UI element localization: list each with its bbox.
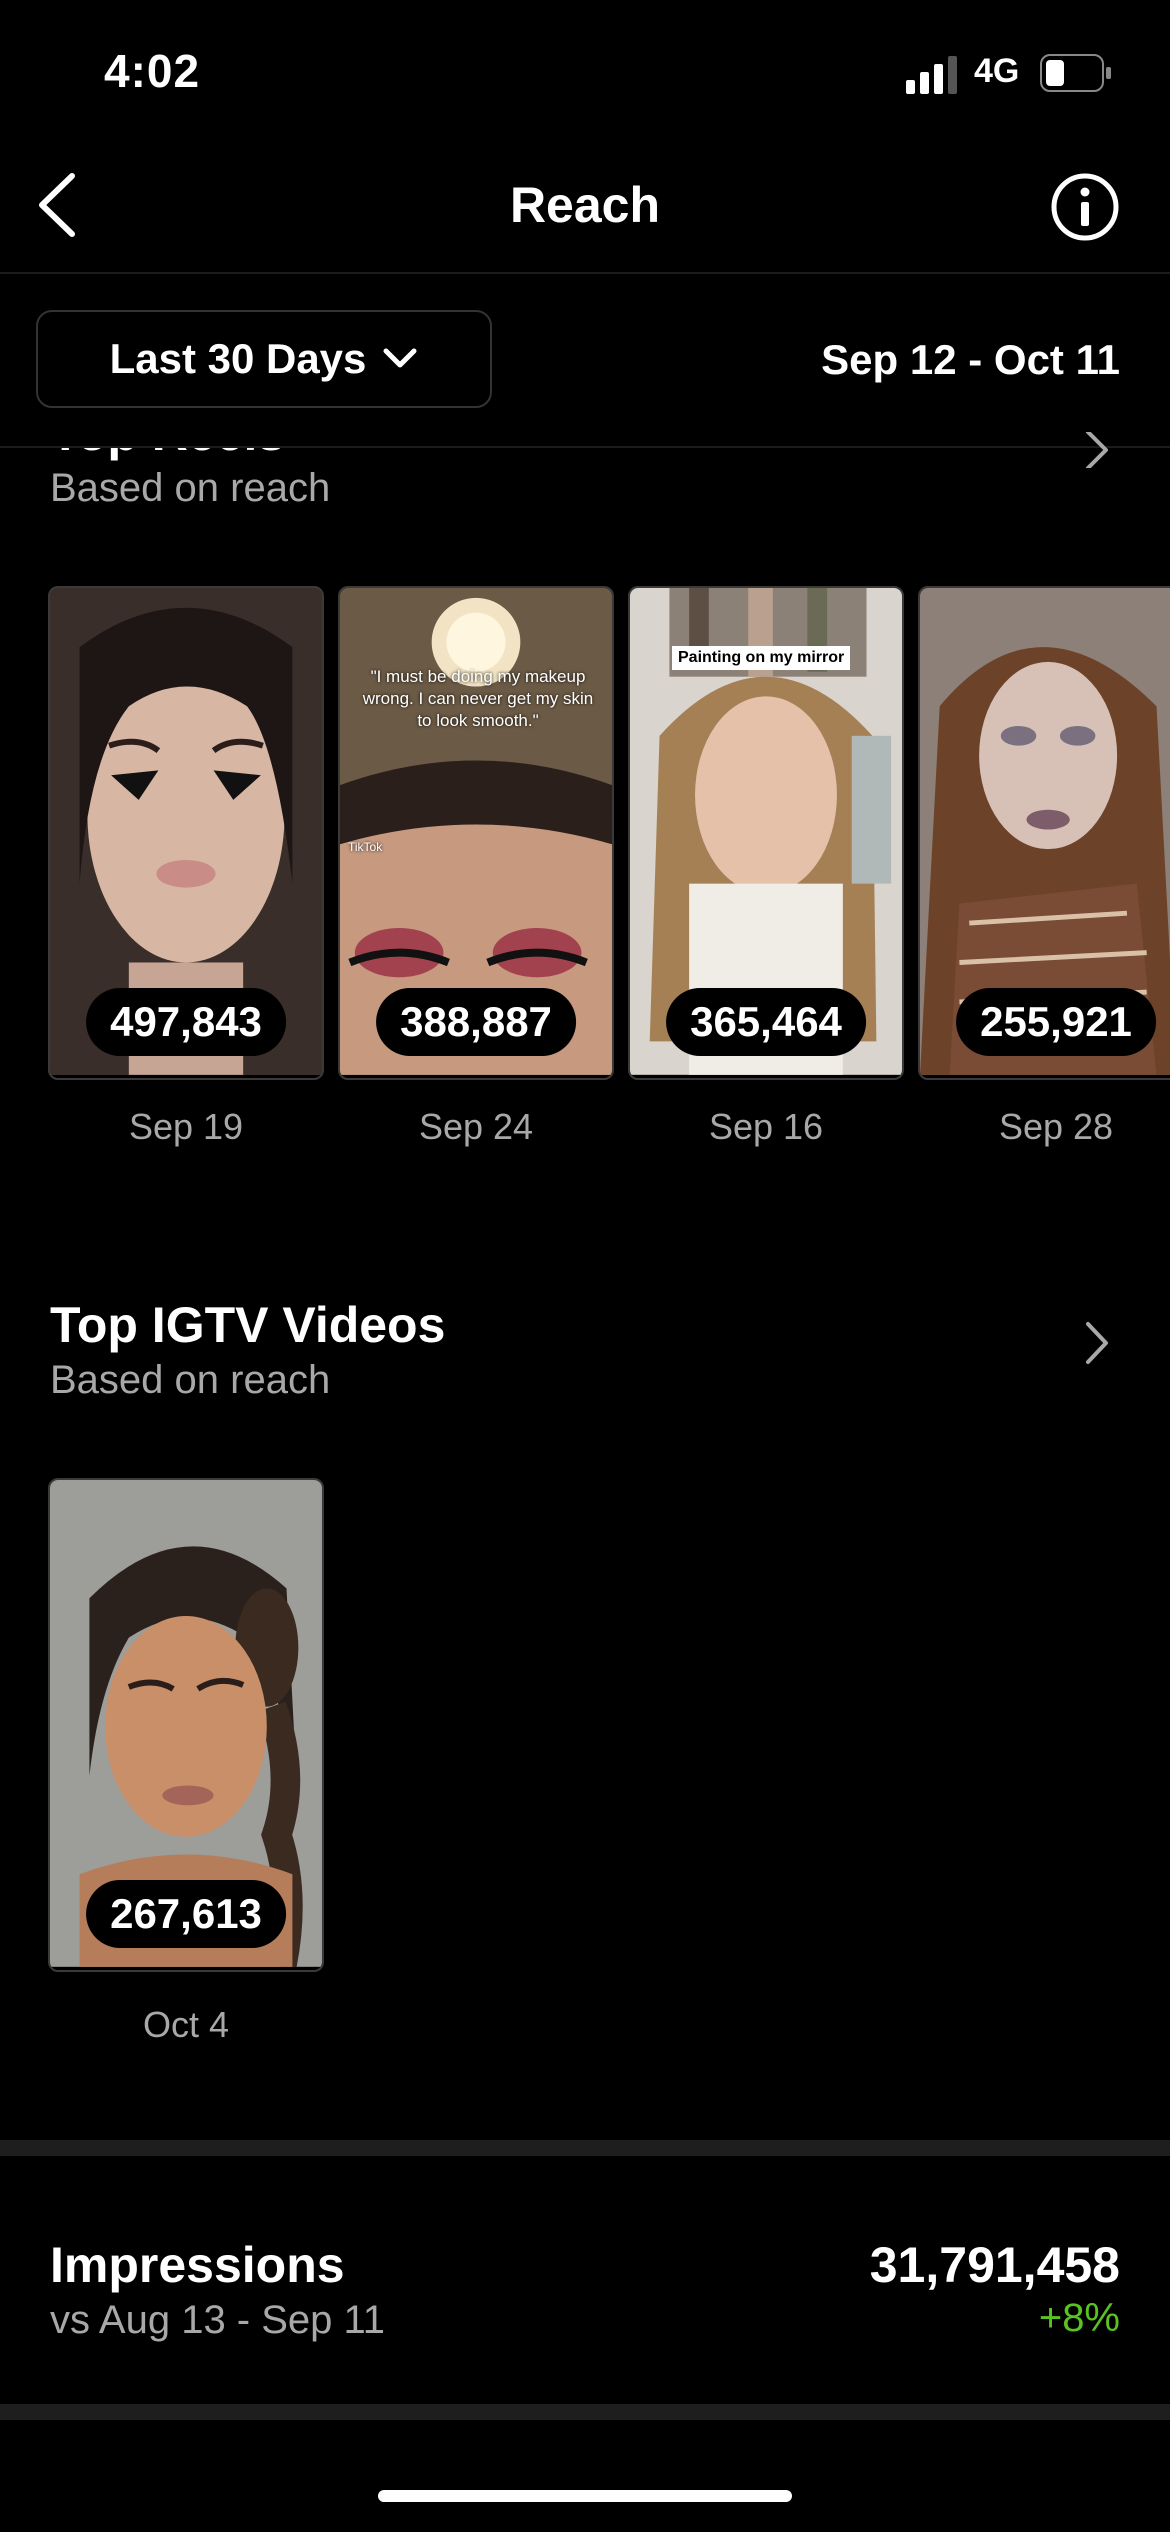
tiktok-watermark: TikTok (348, 840, 383, 854)
signal-icon (906, 56, 957, 94)
date-range-text: Sep 12 - Oct 11 (821, 336, 1120, 383)
date-range-dropdown[interactable]: Last 30 Days (36, 310, 492, 408)
reel-date: Sep 16 (708, 1106, 824, 1147)
reel-card[interactable]: 255,921 (918, 586, 1170, 1080)
header-divider (0, 272, 1170, 274)
top-reels-title: Top Reels (50, 448, 285, 462)
battery-icon (1040, 54, 1111, 92)
top-igtv-chevron-right-icon[interactable] (1082, 1320, 1112, 1366)
top-reels-carousel[interactable]: 497,843 "I must be doing my makeup wrong… (0, 586, 1170, 1176)
impressions-comparison: vs Aug 13 - Sep 11 (50, 2298, 386, 2342)
info-icon[interactable] (1050, 172, 1120, 242)
impressions-label: Impressions (50, 2237, 345, 2293)
reel-reach-value: 365,464 (666, 988, 866, 1056)
network-type: 4G (974, 52, 1020, 90)
reel-reach-value: 255,921 (956, 988, 1156, 1056)
impressions-row[interactable]: Impressions vs Aug 13 - Sep 11 31,791,45… (0, 2156, 1170, 2404)
top-igtv-subtitle: Based on reach (50, 1358, 331, 1402)
reel-date: Sep 19 (128, 1106, 244, 1147)
reel-date: Sep 24 (418, 1106, 534, 1147)
igtv-date: Oct 4 (142, 2004, 230, 2045)
status-time: 4:02 (104, 45, 201, 97)
section-separator (0, 2140, 1170, 2156)
impressions-change: +8% (1038, 2296, 1120, 2340)
reel-caption-overlay: "I must be doing my makeup wrong. I can … (362, 667, 594, 730)
reel-date: Sep 28 (998, 1106, 1114, 1147)
home-indicator[interactable] (378, 2490, 792, 2502)
igtv-card[interactable]: 267,613 (48, 1478, 324, 1972)
reel-card[interactable]: Painting on my mirror 365,464 (628, 586, 904, 1080)
reel-reach-value: 497,843 (86, 988, 286, 1056)
reel-card[interactable]: "I must be doing my makeup wrong. I can … (338, 586, 614, 1080)
impressions-value: 31,791,458 (869, 2237, 1120, 2293)
reel-reach-value: 388,887 (376, 988, 576, 1056)
date-range-dropdown-label: Last 30 Days (109, 335, 367, 382)
top-reels-chevron-right-icon[interactable] (1082, 432, 1112, 468)
igtv-reach-value: 267,613 (86, 1880, 286, 1948)
top-igtv-title[interactable]: Top IGTV Videos (50, 1296, 445, 1354)
chevron-down-icon (383, 348, 417, 368)
reel-caption-overlay: Painting on my mirror (672, 646, 851, 670)
section-separator (0, 2404, 1170, 2420)
page-title: Reach (509, 177, 661, 233)
top-reels-subtitle: Based on reach (50, 466, 331, 510)
reel-card[interactable]: 497,843 (48, 586, 324, 1080)
